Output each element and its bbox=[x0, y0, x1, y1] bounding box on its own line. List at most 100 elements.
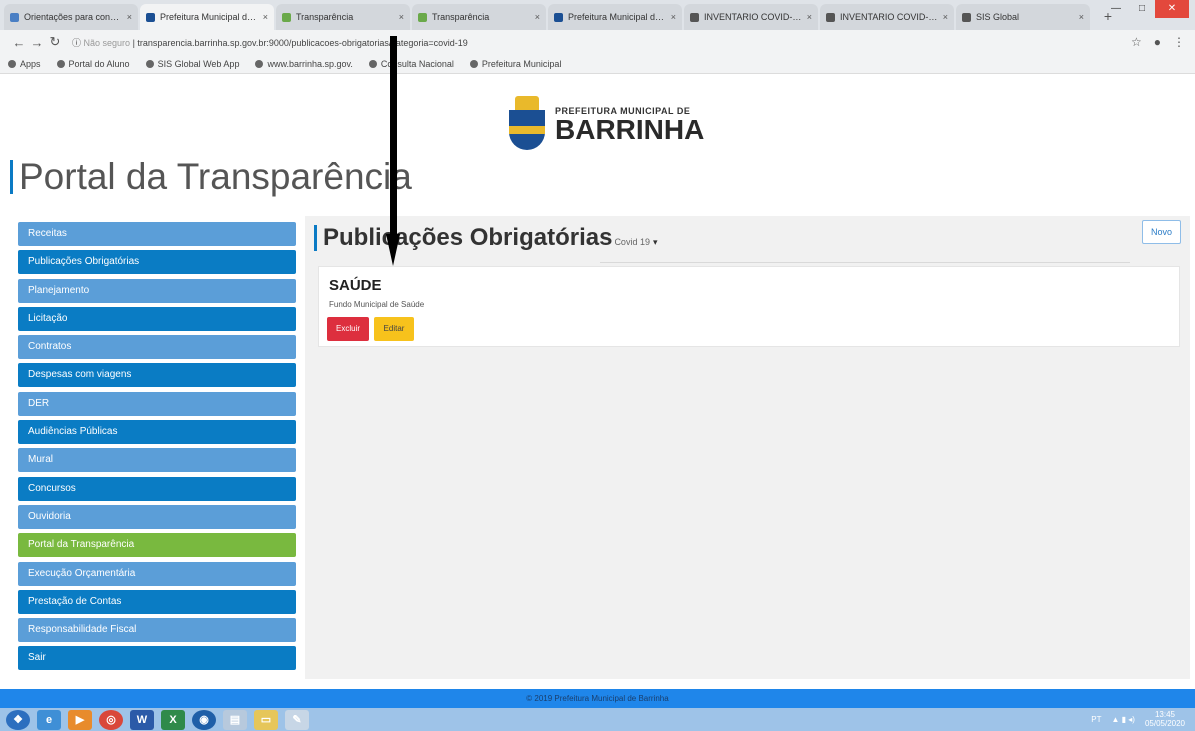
forward-icon[interactable]: → bbox=[28, 35, 46, 50]
sidebar-item[interactable]: Prestação de Contas bbox=[18, 589, 296, 614]
favicon-icon bbox=[146, 12, 155, 22]
sidebar-item[interactable]: Concursos bbox=[18, 476, 296, 501]
document-icon[interactable]: ▤ bbox=[223, 709, 247, 730]
bookmark-icon bbox=[469, 59, 478, 68]
sidebar-item[interactable]: Portal da Transparência bbox=[18, 533, 296, 558]
delete-button[interactable]: Excluir bbox=[327, 317, 369, 341]
logo-line2: BARRINHA bbox=[555, 114, 705, 145]
page-footer: © 2019 Prefeitura Municipal de Barrinha bbox=[0, 689, 1195, 708]
tab-label: Prefeitura Municipal de Barrinha bbox=[568, 12, 667, 22]
ie-icon[interactable]: e bbox=[37, 709, 61, 730]
bookmark-icon bbox=[368, 59, 377, 68]
sidebar-item[interactable]: Publicações Obrigatórias bbox=[18, 250, 296, 275]
bookmark-icon bbox=[56, 59, 65, 68]
browser-tab[interactable]: Prefeitura Municipal de Barrinha × bbox=[140, 4, 274, 30]
word-icon[interactable]: W bbox=[130, 709, 154, 730]
section-title-text: Publicações Obrigatórias bbox=[323, 224, 613, 251]
sidebar-item[interactable]: Contratos bbox=[18, 335, 296, 360]
coat-of-arms-icon bbox=[505, 96, 549, 154]
close-tab-icon[interactable]: × bbox=[127, 12, 132, 22]
app-icon[interactable]: ◉ bbox=[192, 709, 216, 730]
sidebar-item[interactable]: Audiências Públicas bbox=[18, 420, 296, 445]
browser-tab[interactable]: INVENTARIO COVID-19 (2).pdf × bbox=[684, 4, 818, 30]
close-tab-icon[interactable]: × bbox=[1079, 12, 1084, 22]
bookmark-label: Prefeitura Municipal bbox=[481, 58, 562, 69]
close-tab-icon[interactable]: × bbox=[263, 12, 268, 22]
browser-tab[interactable]: SIS Global × bbox=[956, 4, 1090, 30]
tab-label: INVENTARIO COVID-19 (2).pdf bbox=[704, 12, 803, 22]
sidebar-item[interactable]: Responsabilidade Fiscal bbox=[18, 618, 296, 643]
close-tab-icon[interactable]: × bbox=[807, 12, 812, 22]
reload-icon[interactable]: ↻ bbox=[46, 34, 64, 50]
publication-card: SAÚDE Fundo Municipal de Saúde Excluir E… bbox=[318, 266, 1180, 347]
browser-tab[interactable]: Transparência × bbox=[276, 4, 410, 30]
bookmark-item[interactable]: Consulta Nacional bbox=[368, 59, 454, 69]
url-text: transparencia.barrinha.sp.gov.br:9000/pu… bbox=[137, 37, 468, 48]
bookmark-label: www.barrinha.sp.gov. bbox=[267, 58, 353, 69]
sidebar-item[interactable]: Receitas bbox=[18, 222, 296, 246]
address-bar-row: ← → ↻ ⓘ Não seguro | transparencia.barri… bbox=[0, 30, 1195, 54]
start-button-icon[interactable]: ❖ bbox=[6, 709, 30, 730]
bookmark-item[interactable]: Apps bbox=[8, 59, 41, 69]
sidebar-item[interactable]: Mural bbox=[18, 448, 296, 473]
bookmarks-bar: Apps Portal do Aluno SIS Global Web App www… bbox=[0, 54, 1195, 74]
sidebar-item[interactable]: Despesas com viagens bbox=[18, 363, 296, 388]
star-icon[interactable]: ☆ bbox=[1131, 35, 1142, 49]
excel-icon[interactable]: X bbox=[161, 709, 185, 730]
minimize-button[interactable]: — bbox=[1103, 0, 1129, 18]
bookmark-label: SIS Global Web App bbox=[157, 58, 240, 69]
paint-icon[interactable]: ✎ bbox=[285, 709, 309, 730]
new-button[interactable]: Novo bbox=[1142, 220, 1181, 244]
divider bbox=[600, 262, 1130, 263]
bookmark-item[interactable]: Portal do Aluno bbox=[56, 59, 130, 69]
back-icon[interactable]: ← bbox=[10, 35, 28, 50]
info-icon[interactable]: ⓘ bbox=[72, 38, 81, 48]
edit-button[interactable]: Editar bbox=[374, 317, 414, 341]
sidebar-item[interactable]: Licitação bbox=[18, 306, 296, 331]
tab-label: Prefeitura Municipal de Barrinha bbox=[160, 12, 259, 22]
bookmark-item[interactable]: SIS Global Web App bbox=[145, 58, 240, 69]
bookmark-item[interactable]: Prefeitura Municipal bbox=[469, 58, 562, 69]
tray-icons[interactable]: ▲ ▮ ◂) bbox=[1112, 715, 1135, 724]
clock[interactable]: 13:45 05/05/2020 bbox=[1145, 710, 1185, 728]
annotation-arrow bbox=[386, 36, 400, 266]
browser-tab[interactable]: Prefeitura Municipal de Barrinha × bbox=[548, 4, 682, 30]
close-window-button[interactable]: ✕ bbox=[1155, 0, 1189, 18]
favicon-icon bbox=[282, 12, 291, 22]
folder-icon[interactable]: ▭ bbox=[254, 709, 278, 730]
tab-label: INVENTARIO COVID-19 (3).pdf bbox=[840, 12, 939, 22]
category-selector[interactable]: Covid 19 bbox=[614, 237, 650, 247]
browser-tab[interactable]: Orientações para consultar × bbox=[4, 4, 138, 30]
close-tab-icon[interactable]: × bbox=[399, 12, 404, 22]
maximize-button[interactable]: □ bbox=[1129, 0, 1155, 18]
municipality-logo[interactable]: PREFEITURA MUNICIPAL DE BARRINHA bbox=[505, 96, 704, 154]
favicon-icon bbox=[826, 12, 835, 22]
card-title: SAÚDE bbox=[329, 277, 382, 294]
menu-icon[interactable]: ⋮ bbox=[1173, 35, 1185, 49]
close-tab-icon[interactable]: × bbox=[671, 12, 676, 22]
media-player-icon[interactable]: ▶ bbox=[68, 709, 92, 730]
language-indicator[interactable]: PT bbox=[1091, 715, 1101, 724]
sidebar-item[interactable]: Planejamento bbox=[18, 278, 296, 303]
chrome-icon[interactable]: ◎ bbox=[99, 709, 123, 730]
sidebar-menu: Receitas Publicações Obrigatórias Planejam… bbox=[18, 222, 296, 675]
sidebar-item[interactable]: Sair bbox=[18, 646, 296, 671]
chevron-down-icon[interactable]: ▾ bbox=[653, 237, 658, 248]
bookmark-icon bbox=[255, 59, 264, 68]
address-input[interactable]: ⓘ Não seguro | transparencia.barrinha.sp… bbox=[72, 36, 1131, 49]
browser-tab[interactable]: Transparência × bbox=[412, 4, 546, 30]
card-subtitle: Fundo Municipal de Saúde bbox=[329, 300, 425, 309]
browser-tab-strip: Orientações para consultar × Prefeitura Mu… bbox=[0, 0, 1195, 30]
profile-icon[interactable]: ● bbox=[1154, 35, 1161, 49]
sidebar-item[interactable]: Ouvidoria bbox=[18, 504, 296, 529]
secure-label: Não seguro bbox=[83, 37, 131, 48]
browser-tab[interactable]: INVENTARIO COVID-19 (3).pdf × bbox=[820, 4, 954, 30]
sidebar-item[interactable]: Execução Orçamentária bbox=[18, 561, 296, 586]
close-tab-icon[interactable]: × bbox=[535, 12, 540, 22]
close-tab-icon[interactable]: × bbox=[943, 12, 948, 22]
bookmark-label: Apps bbox=[20, 58, 41, 69]
tab-label: SIS Global bbox=[976, 12, 1020, 22]
bookmark-item[interactable]: www.barrinha.sp.gov. bbox=[255, 58, 353, 69]
page-title: Portal da Transparência bbox=[10, 156, 412, 198]
sidebar-item[interactable]: DER bbox=[18, 391, 296, 416]
